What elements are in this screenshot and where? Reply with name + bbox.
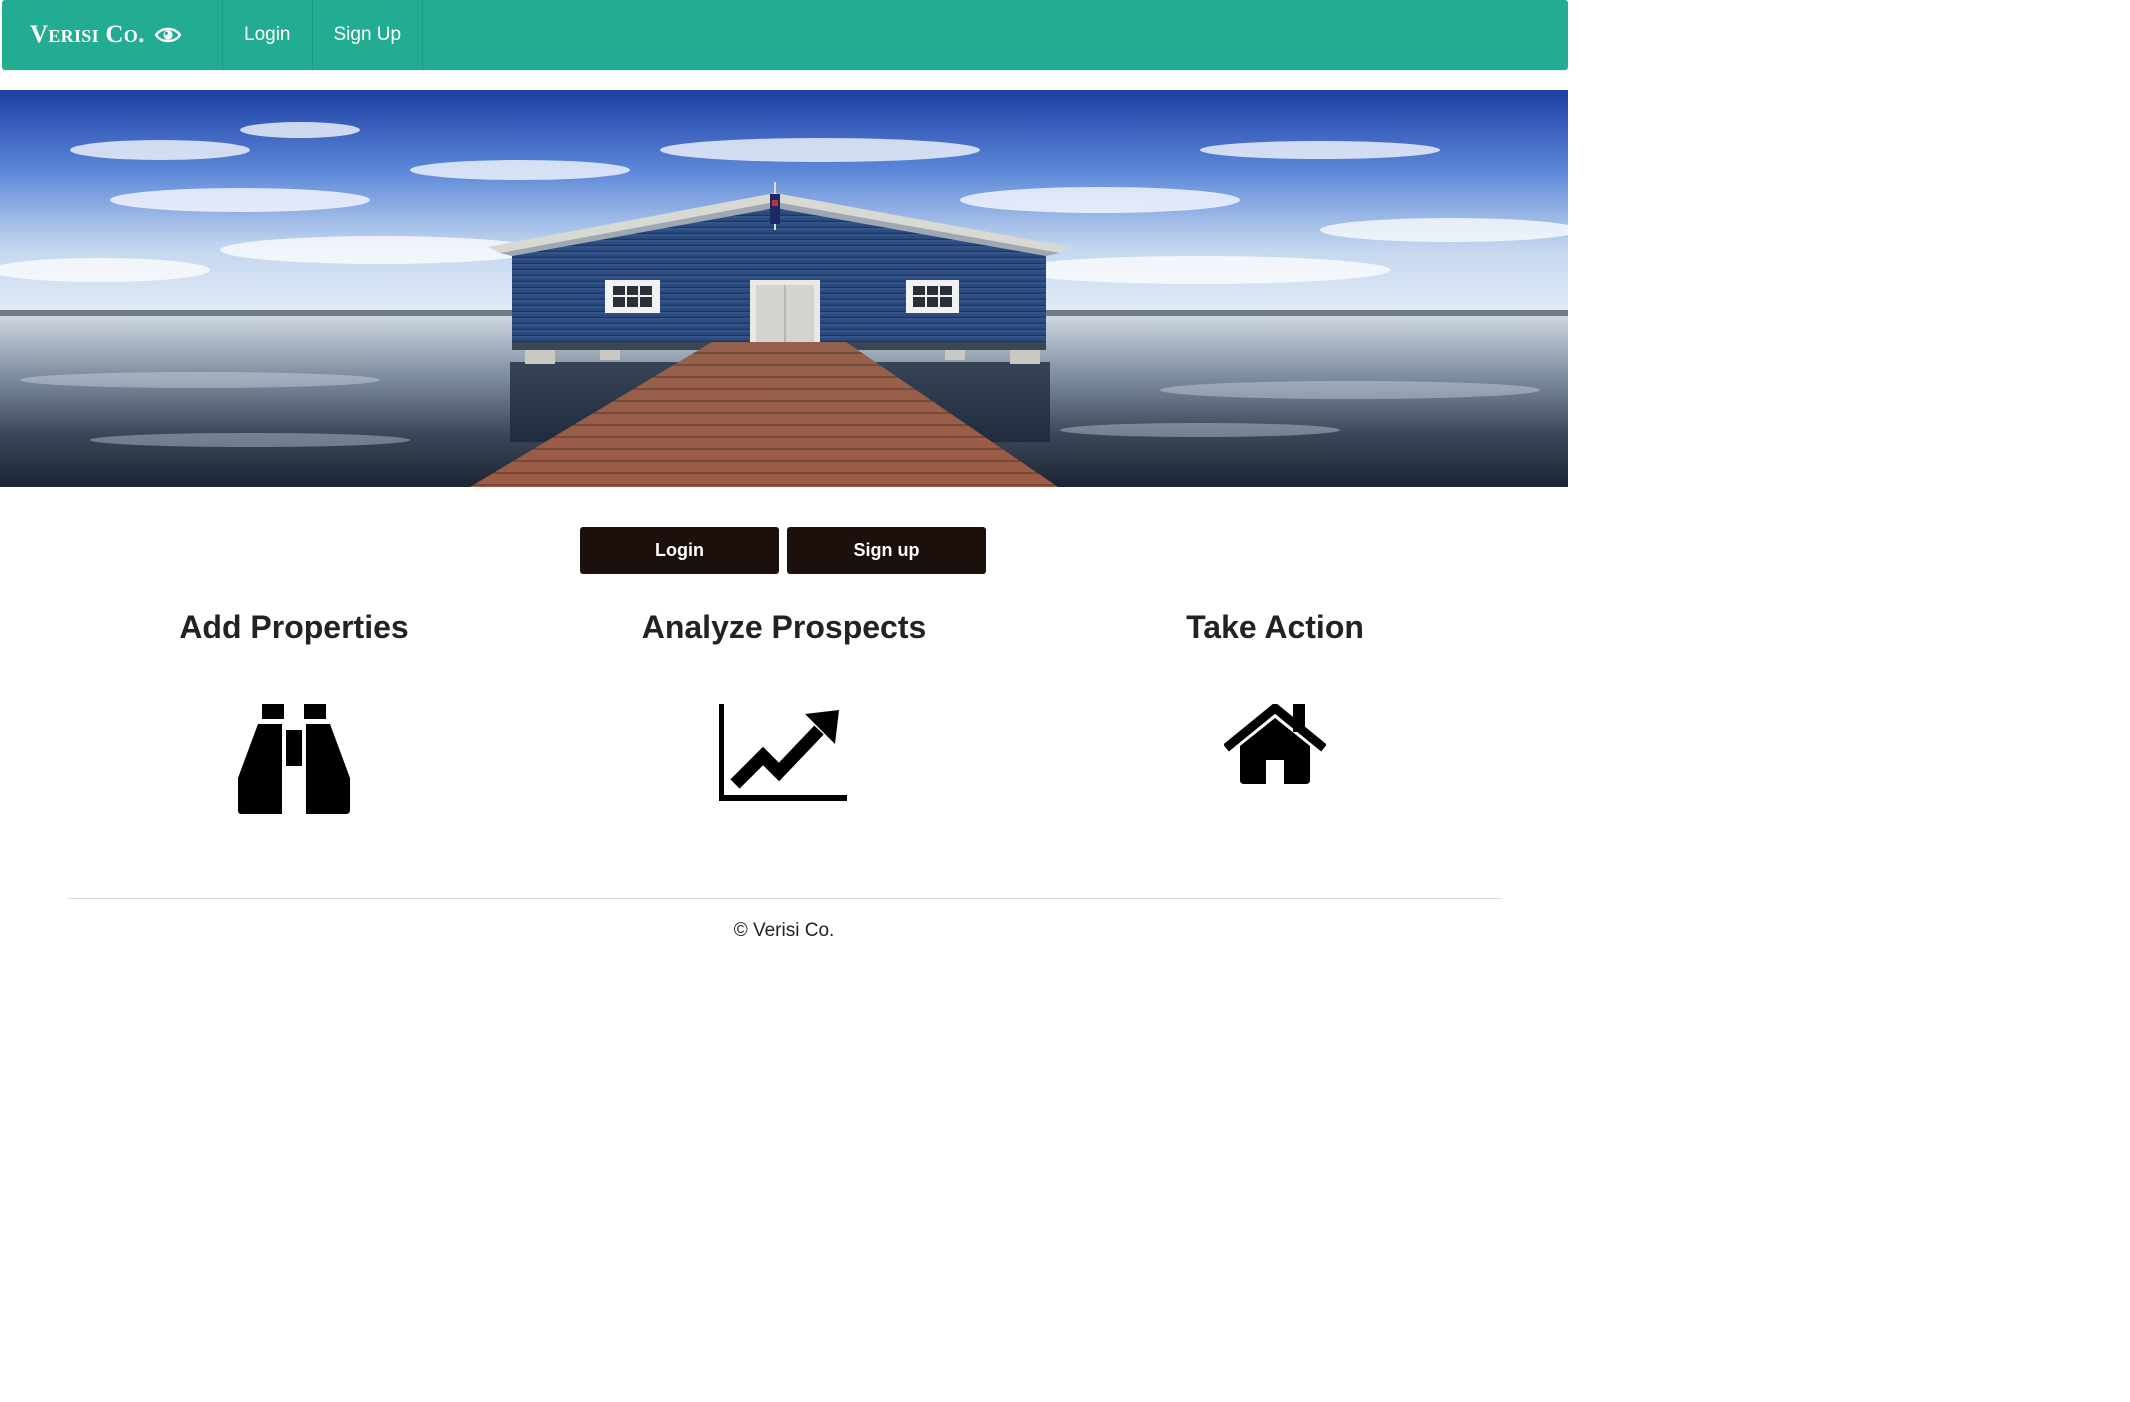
top-navbar: Verisi Co. Login Sign Up <box>2 0 1568 70</box>
footer-copyright: © Verisi Co. <box>733 920 835 941</box>
feature-analyze-prospects: Analyze Prospects <box>539 606 1029 802</box>
line-chart-icon <box>539 704 1029 802</box>
nav-signup-link[interactable]: Sign Up <box>313 0 424 70</box>
binoculars-icon <box>49 704 539 816</box>
brand-logo[interactable]: Verisi Co. <box>2 0 223 70</box>
feature-title: Add Properties <box>179 609 409 645</box>
feature-title: Take Action <box>1186 609 1364 645</box>
home-icon <box>1030 704 1520 786</box>
footer-divider <box>68 898 1502 899</box>
cta-button-group: Login Sign up <box>580 527 986 574</box>
nav-login-link[interactable]: Login <box>223 0 313 70</box>
brand-name: Verisi Co. <box>30 21 145 48</box>
feature-add-properties: Add Properties <box>49 606 539 816</box>
feature-take-action: Take Action <box>1030 606 1520 786</box>
login-button[interactable]: Login <box>580 527 779 574</box>
feature-title: Analyze Prospects <box>641 609 927 645</box>
signup-button[interactable]: Sign up <box>787 527 986 574</box>
eye-icon <box>154 26 181 44</box>
hero-image <box>0 90 1568 487</box>
